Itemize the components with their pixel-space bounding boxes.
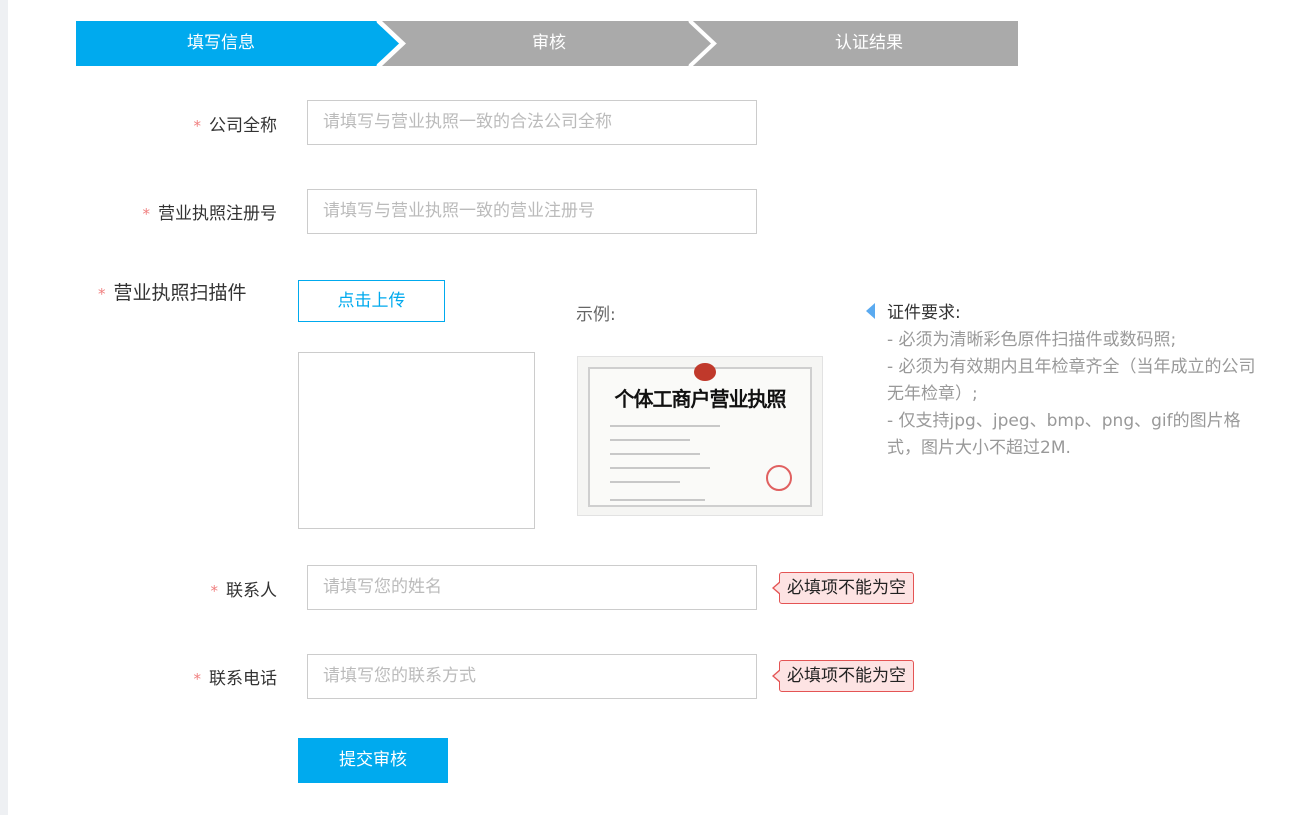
contact-phone-input[interactable]: 请填写您的联系方式: [307, 654, 757, 699]
requirement-item: - 必须为清晰彩色原件扫描件或数码照;: [887, 330, 1177, 350]
step-label-review: 审核: [532, 33, 566, 53]
example-label: 示例:: [576, 305, 616, 325]
registration-number-input[interactable]: 请填写与营业执照一致的营业注册号: [307, 189, 757, 234]
license-text-line: [610, 467, 710, 469]
license-text-line: [610, 439, 690, 441]
license-frame: 个体工商户营业执照: [588, 363, 812, 507]
upload-button[interactable]: 点击上传: [298, 280, 445, 322]
contact-name-error: 必填项不能为空: [772, 572, 914, 604]
required-star: *: [98, 285, 106, 303]
company-name-input[interactable]: 请填写与营业执照一致的合法公司全称: [307, 100, 757, 145]
requirement-item: - 仅支持jpg、jpeg、bmp、png、gif的图片格式，图片大小不超过2M…: [887, 411, 1241, 458]
company-name-label: * 公司全称: [193, 116, 278, 136]
license-text-line: [610, 453, 700, 455]
progress-steps: 填写信息 审核 认证结果: [76, 21, 1018, 66]
required-star: *: [210, 582, 219, 600]
required-star: *: [193, 670, 202, 688]
required-star: *: [193, 117, 202, 135]
required-star: *: [142, 205, 151, 223]
license-text-line: [610, 425, 720, 427]
contact-name-input[interactable]: 请填写您的姓名: [307, 565, 757, 610]
license-scan-label: * 营业执照扫描件: [98, 282, 247, 304]
step-label-result: 认证结果: [835, 33, 903, 53]
step-separator-icon: [376, 21, 405, 66]
registration-number-label: * 营业执照注册号: [142, 204, 278, 224]
contact-phone-error: 必填项不能为空: [772, 660, 914, 692]
upload-preview-box: [298, 352, 535, 529]
contact-name-label: * 联系人: [210, 581, 278, 601]
requirements-title: 证件要求:: [887, 303, 961, 323]
submit-button[interactable]: 提交审核: [298, 738, 448, 783]
license-text-line: [610, 481, 680, 483]
step-separator-icon: [688, 21, 717, 66]
license-text-line: [610, 499, 705, 501]
requirements-panel: 证件要求: - 必须为清晰彩色原件扫描件或数码照; - 必须为有效期内且年检章齐…: [866, 300, 1256, 462]
national-emblem-icon: [694, 363, 716, 381]
license-title: 个体工商户营业执照: [614, 387, 787, 411]
left-edge-strip: [0, 0, 8, 815]
requirement-item: - 必须为有效期内且年检章齐全（当年成立的公司无年检章）;: [887, 357, 1256, 404]
example-license-image: 个体工商户营业执照: [577, 356, 823, 516]
contact-phone-label: * 联系电话: [193, 669, 278, 689]
red-seal-icon: [766, 465, 792, 491]
step-label-fill-info: 填写信息: [187, 33, 255, 53]
